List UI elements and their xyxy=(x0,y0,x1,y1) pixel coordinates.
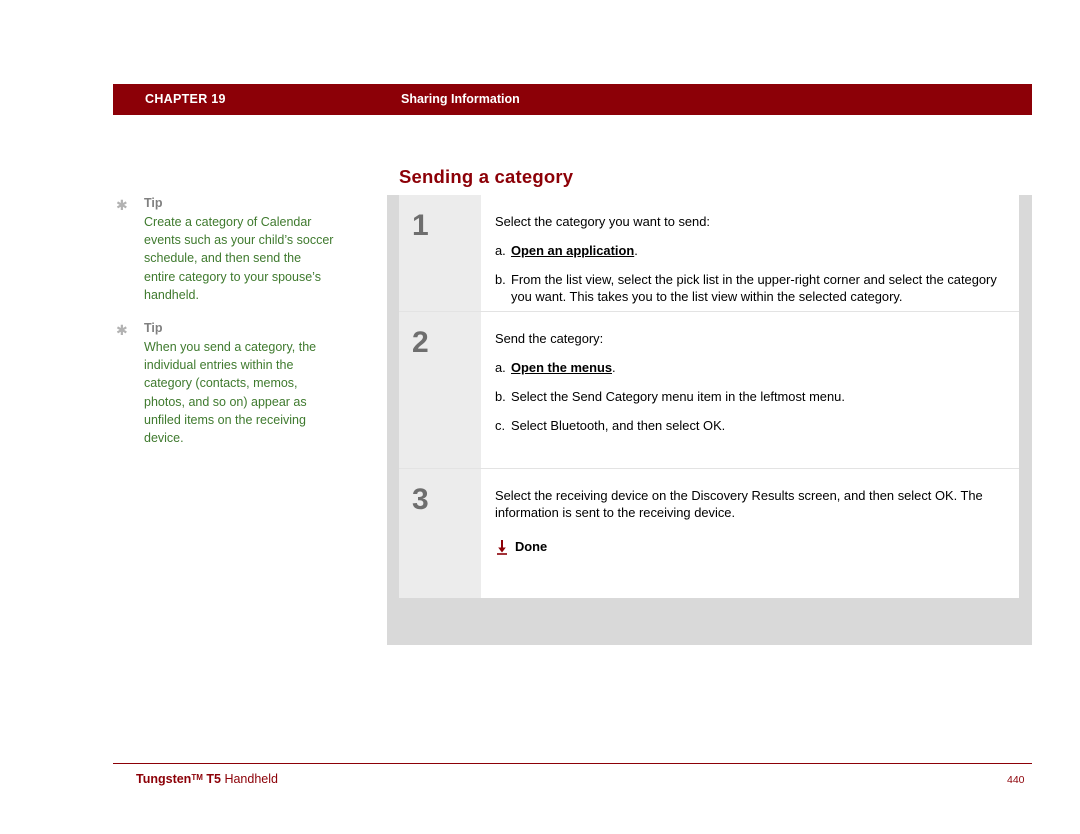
step-substep: a. Open an application. xyxy=(495,242,1005,259)
substep-text: Open the menus. xyxy=(511,359,1005,376)
substep-letter: a. xyxy=(495,243,506,258)
tips-sidebar: ✱ Tip Create a category of Calendar even… xyxy=(113,196,363,461)
footer-model: T5 xyxy=(206,772,221,786)
step-number-cell: 2 xyxy=(399,312,481,468)
step-lead-text: Select the category you want to send: xyxy=(495,214,710,229)
substep-tail: . xyxy=(612,360,616,375)
trademark-symbol: TM xyxy=(191,773,203,782)
asterisk-icon: ✱ xyxy=(116,197,128,213)
substep-letter: a. xyxy=(495,360,506,375)
tip-text: When you send a category, the individual… xyxy=(144,340,317,446)
footer-device-label: Handheld xyxy=(224,772,278,786)
section-label: Sharing Information xyxy=(401,92,520,106)
down-arrow-icon xyxy=(495,539,509,555)
page-number: 440 xyxy=(1007,774,1025,786)
chapter-header-bar: CHAPTER 19 Sharing Information xyxy=(113,84,1032,115)
footer-product: TungstenTM T5 Handheld xyxy=(136,772,278,786)
step-lead-text: Select the receiving device on the Disco… xyxy=(495,488,983,520)
substep-text: Select Bluetooth, and then select OK. xyxy=(511,418,726,433)
step-substep: a. Open the menus. xyxy=(495,359,1005,376)
open-an-application-link[interactable]: Open an application xyxy=(511,243,634,258)
step-lead-text: Send the category: xyxy=(495,331,604,346)
tip-label: Tip xyxy=(144,321,163,336)
step-substep: b. Select the Send Category menu item in… xyxy=(495,388,1005,405)
substep-letter: c. xyxy=(495,418,506,433)
step-number: 3 xyxy=(412,483,429,516)
substep-tail: . xyxy=(634,243,638,258)
tip-text: Create a category of Calendar events suc… xyxy=(144,215,334,302)
steps-panel: 1 Select the category you want to send: … xyxy=(399,195,1019,598)
substep-text: From the list view, select the pick list… xyxy=(511,272,997,304)
done-marker: Done xyxy=(495,538,1005,555)
step-substep: b. From the list view, select the pick l… xyxy=(495,271,1005,305)
step-body: Send the category: a. Open the menus. b.… xyxy=(481,312,1019,468)
substep-text: Select the Send Category menu item in th… xyxy=(511,389,845,404)
step-substep: c. Select Bluetooth, and then select OK. xyxy=(495,417,1005,434)
substep-letter: b. xyxy=(495,272,506,287)
step-number-cell: 1 xyxy=(399,195,481,311)
step-row: 3 Select the receiving device on the Dis… xyxy=(399,468,1019,598)
chapter-label: CHAPTER 19 xyxy=(145,92,226,106)
done-label: Done xyxy=(515,539,548,554)
step-row: 2 Send the category: a. Open the menus. … xyxy=(399,311,1019,468)
step-number: 2 xyxy=(412,326,429,359)
footer-divider xyxy=(113,763,1032,764)
tip-label: Tip xyxy=(144,196,163,210)
step-body: Select the category you want to send: a.… xyxy=(481,195,1019,311)
footer-product-name: Tungsten xyxy=(136,772,192,786)
open-the-menus-link[interactable]: Open the menus xyxy=(511,360,612,375)
tip-item: ✱ Tip Create a category of Calendar even… xyxy=(113,196,363,304)
asterisk-icon: ✱ xyxy=(116,322,128,339)
step-body: Select the receiving device on the Disco… xyxy=(481,469,1019,598)
substep-text: Open an application. xyxy=(511,242,1005,259)
page-title: Sending a category xyxy=(399,166,574,187)
step-row: 1 Select the category you want to send: … xyxy=(399,195,1019,311)
substep-letter: b. xyxy=(495,389,506,404)
step-number: 1 xyxy=(412,209,429,242)
tip-item: ✱ Tip When you send a category, the indi… xyxy=(113,321,363,447)
step-number-cell: 3 xyxy=(399,469,481,598)
